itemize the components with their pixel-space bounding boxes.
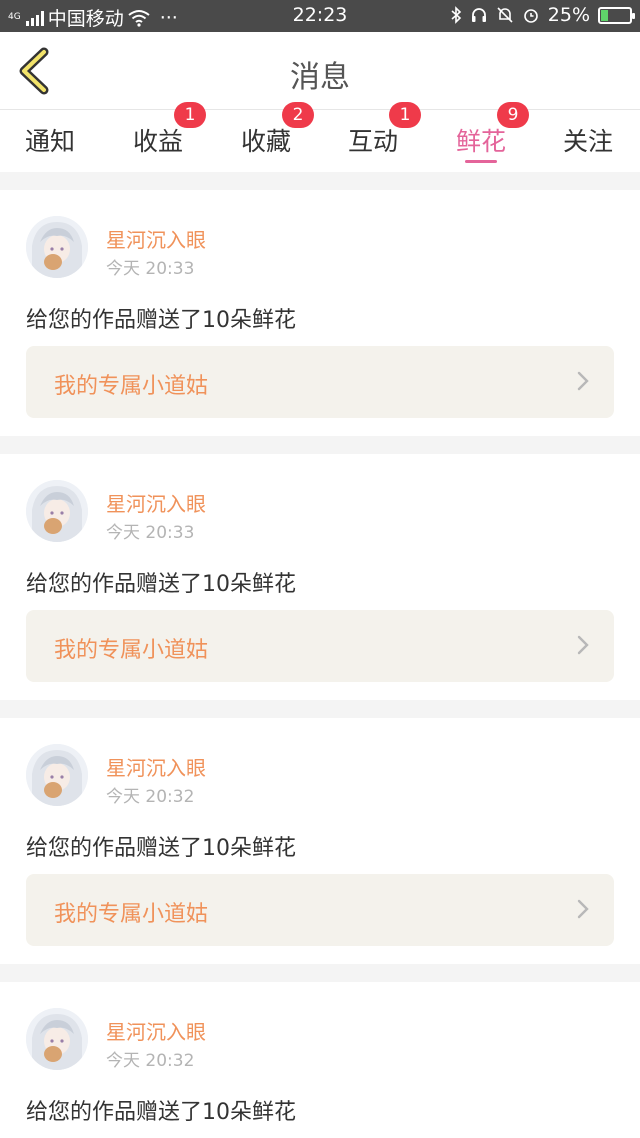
avatar[interactable] <box>26 216 88 278</box>
chevron-right-icon <box>577 371 589 391</box>
battery-fill <box>601 9 608 21</box>
tab-label: 收益 <box>132 127 183 156</box>
tab-label: 互动 <box>347 127 398 156</box>
unread-badge: 1 <box>389 102 421 128</box>
page-title: 消息 <box>290 60 350 95</box>
message-time: 今天 20:32 <box>106 787 195 807</box>
work-link[interactable]: 我的专属小道姑 <box>26 346 614 418</box>
avatar[interactable] <box>26 1008 88 1070</box>
active-tab-indicator <box>465 160 497 163</box>
unread-badge: 9 <box>497 102 529 128</box>
message-time: 今天 20:32 <box>106 1051 195 1071</box>
battery-charging-icon <box>598 6 635 24</box>
message-text: 给您的作品赠送了10朵鲜花 <box>26 308 296 333</box>
chevron-right-icon <box>577 635 589 655</box>
alarm-icon <box>523 9 538 23</box>
user-name[interactable]: 星河沉入眼 <box>106 224 206 253</box>
headset-icon <box>471 8 486 22</box>
tab-label: 收藏 <box>240 127 291 156</box>
tab-label: 关注 <box>562 127 613 156</box>
message-text: 给您的作品赠送了10朵鲜花 <box>26 1100 296 1125</box>
mute-bell-icon <box>497 7 513 23</box>
work-title: 我的专属小道姑 <box>54 638 209 663</box>
avatar[interactable] <box>26 480 88 542</box>
tab-earnings[interactable]: 收益 1 <box>108 102 208 172</box>
tab-favorites[interactable]: 收藏 2 <box>216 102 316 172</box>
user-name[interactable]: 星河沉入眼 <box>106 752 206 781</box>
tab-interactions[interactable]: 互动 1 <box>323 102 423 172</box>
work-title: 我的专属小道姑 <box>54 374 209 399</box>
chevron-right-icon <box>577 899 589 919</box>
user-name[interactable]: 星河沉入眼 <box>106 1016 206 1045</box>
work-title: 我的专属小道姑 <box>54 902 209 927</box>
message-text: 给您的作品赠送了10朵鲜花 <box>26 572 296 597</box>
message-card: 星河沉入眼 今天 20:33 给您的作品赠送了10朵鲜花 我的专属小道姑 <box>0 454 640 700</box>
message-text: 给您的作品赠送了10朵鲜花 <box>26 836 296 861</box>
status-right: 25% <box>450 4 635 26</box>
message-time: 今天 20:33 <box>106 259 195 279</box>
message-card: 星河沉入眼 今天 20:33 给您的作品赠送了10朵鲜花 我的专属小道姑 <box>0 190 640 436</box>
message-card: 星河沉入眼 今天 20:32 给您的作品赠送了10朵鲜花 <box>0 982 640 1138</box>
tab-flowers[interactable]: 鲜花 9 <box>431 102 531 172</box>
battery-percent: 25% <box>547 4 590 26</box>
tab-notifications[interactable]: 通知 <box>0 110 100 172</box>
user-name[interactable]: 星河沉入眼 <box>106 488 206 517</box>
work-link[interactable]: 我的专属小道姑 <box>26 874 614 946</box>
tab-following[interactable]: 关注 <box>538 110 638 172</box>
work-link[interactable]: 我的专属小道姑 <box>26 610 614 682</box>
tab-label: 鲜花 <box>455 127 506 156</box>
status-bar: 4G 中国移动 ··· 22:23 25% <box>0 0 640 32</box>
message-card: 星河沉入眼 今天 20:32 给您的作品赠送了10朵鲜花 我的专属小道姑 <box>0 718 640 964</box>
unread-badge: 2 <box>282 102 314 128</box>
avatar[interactable] <box>26 744 88 806</box>
header: 消息 <box>0 32 640 110</box>
message-time: 今天 20:33 <box>106 523 195 543</box>
unread-badge: 1 <box>174 102 206 128</box>
tab-label: 通知 <box>24 127 75 156</box>
tab-bar: 通知 收益 1 收藏 2 互动 1 鲜花 9 关注 <box>0 102 640 172</box>
bluetooth-icon <box>451 6 461 24</box>
